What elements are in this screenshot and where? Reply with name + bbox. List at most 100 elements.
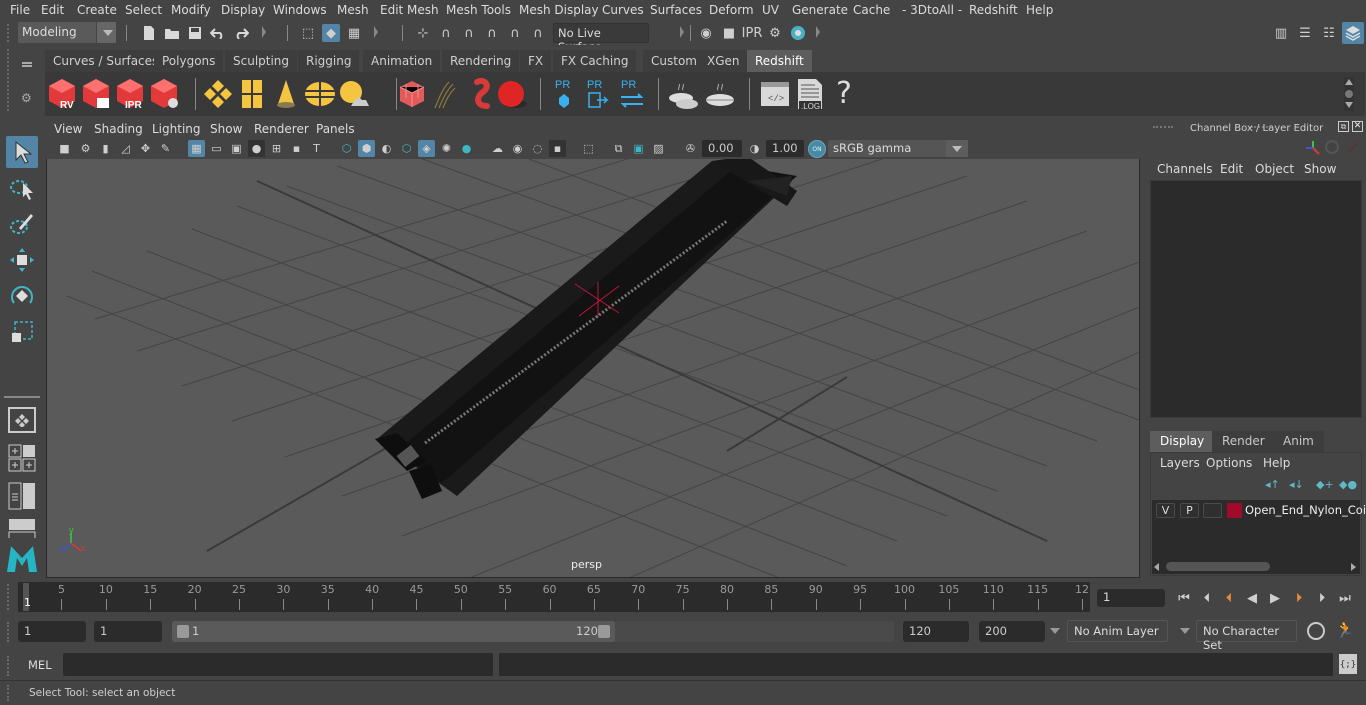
isolate-select-icon[interactable]: ⬚	[580, 140, 597, 157]
move-layer-down-icon[interactable]: ◂↓	[1289, 478, 1305, 491]
persp-graph-layout-icon[interactable]	[8, 518, 36, 538]
rs-material-ball-icon[interactable]	[495, 76, 529, 112]
modeling-toolkit-icon[interactable]: ▥	[1272, 24, 1290, 42]
screen-space-ao-icon[interactable]: ☁	[489, 140, 506, 157]
shelf-tab-fx[interactable]: FX	[520, 50, 553, 72]
viewport-scene[interactable]	[47, 121, 1139, 577]
shadows-icon[interactable]: ●	[458, 140, 475, 157]
menu-uv[interactable]: UV	[762, 3, 779, 17]
tool-settings-icon[interactable]: ☷	[1320, 24, 1338, 42]
select-camera-icon[interactable]: ■	[56, 140, 73, 157]
character-set-selector[interactable]: No Character Set	[1196, 620, 1297, 652]
menu-create[interactable]: Create	[77, 3, 117, 17]
rs-proxy-icon[interactable]	[395, 76, 429, 112]
resolution-gate-icon[interactable]: ▣	[228, 140, 245, 157]
play-backwards-icon[interactable]: ◀	[1243, 589, 1261, 607]
wireframe-icon[interactable]: ⬡	[338, 140, 355, 157]
help-icon[interactable]: ?	[827, 76, 861, 112]
snap-to-curve-icon[interactable]: ∩	[437, 24, 455, 42]
cb-menu-show[interactable]: Show	[1304, 162, 1336, 176]
gamma-field[interactable]: 1.00	[766, 140, 804, 157]
collapse-arrow-icon[interactable]	[262, 26, 266, 38]
rs-sun-sky-icon[interactable]	[337, 76, 371, 112]
vp-menu-show[interactable]: Show	[210, 122, 242, 136]
play-forwards-icon[interactable]: ▶	[1266, 589, 1284, 607]
script-editor-icon[interactable]: {;}	[1339, 654, 1357, 674]
menu-mesh-tools[interactable]: Mesh Tools	[446, 3, 511, 17]
shelf-grip[interactable]	[7, 49, 10, 111]
wireframe-on-shaded-icon[interactable]: ◐	[378, 140, 395, 157]
layer-tab-display[interactable]: Display	[1150, 431, 1215, 452]
menu-edit-mesh[interactable]: Edit Mesh	[380, 3, 439, 17]
ipr-render-icon[interactable]: IPR	[742, 24, 763, 42]
character-set-dropdown-icon[interactable]	[1180, 628, 1190, 634]
move-layer-up-icon[interactable]: ◂↑	[1265, 478, 1281, 491]
rs-hair-icon[interactable]	[427, 76, 461, 112]
speed-icon[interactable]	[1325, 140, 1339, 154]
motion-blur-icon[interactable]: ◉	[509, 140, 526, 157]
open-render-view-icon[interactable]: ◉	[697, 24, 715, 42]
hypershade-icon[interactable]	[789, 24, 807, 42]
vp-menu-lighting[interactable]: Lighting	[152, 122, 201, 136]
gamma-icon[interactable]: ◑	[746, 140, 763, 157]
new-empty-layer-icon[interactable]: ◆+	[1316, 478, 1334, 491]
menu-redshift[interactable]: Redshift	[969, 3, 1018, 17]
rs-volume-icon[interactable]	[463, 76, 497, 112]
menu-edit[interactable]: Edit	[41, 3, 64, 17]
attribute-editor-icon[interactable]: ☰	[1296, 24, 1314, 42]
rs-proxy-convert-icon[interactable]: PR	[615, 76, 649, 112]
exposure-icon[interactable]: ✇	[682, 140, 699, 157]
live-surface-field[interactable]: No Live Surface	[553, 23, 649, 54]
close-panel-icon[interactable]: ✕	[1352, 121, 1363, 132]
float-panel-icon[interactable]: ⧉	[1338, 121, 1349, 132]
use-all-lights-icon[interactable]: ✺	[438, 140, 455, 157]
depth-of-field-icon[interactable]: ▪	[549, 140, 566, 157]
playback-end-field[interactable]: 120	[903, 621, 969, 642]
rs-script-editor-icon[interactable]: </>	[758, 76, 792, 112]
command-language-label[interactable]: MEL	[28, 658, 52, 672]
vp-menu-panels[interactable]: Panels	[316, 122, 355, 136]
scroll-up-icon[interactable]	[1345, 79, 1353, 85]
snap-to-grid-icon[interactable]: ⊹	[414, 24, 432, 42]
image-plane-toggle-icon[interactable]: ▨	[650, 140, 667, 157]
shelf-settings-icon[interactable]: ⚙	[21, 92, 33, 104]
scroll-thumb[interactable]	[1166, 562, 1270, 571]
grease-pencil-icon[interactable]: ✎	[157, 140, 174, 157]
snap-to-point-icon[interactable]: ∩	[460, 24, 478, 42]
channel-box-body[interactable]	[1150, 180, 1362, 418]
menu-cache[interactable]: Cache	[853, 3, 890, 17]
safe-action-icon[interactable]: ▪	[288, 140, 305, 157]
range-end-handle[interactable]	[598, 625, 610, 638]
menu-file[interactable]: File	[10, 3, 30, 17]
move-tool-icon[interactable]	[6, 244, 38, 276]
step-back-frame-icon[interactable]: ⏴	[1198, 589, 1216, 607]
layer-horizontal-scrollbar[interactable]	[1152, 560, 1360, 573]
current-frame-field[interactable]: 1	[1097, 589, 1165, 607]
paint-select-tool-icon[interactable]	[6, 208, 38, 240]
shelf-tab-animation[interactable]: Animation	[363, 50, 442, 72]
menu-mesh-display[interactable]: Mesh Display	[519, 3, 599, 17]
go-to-end-icon[interactable]: ⏭	[1336, 589, 1354, 607]
layer-menu-layers[interactable]: Layers	[1160, 456, 1200, 470]
layer-color-swatch[interactable]	[1227, 503, 1242, 518]
shelf-tab-xgen[interactable]: XGen	[699, 50, 749, 72]
help-line-grip[interactable]	[7, 685, 10, 701]
range-slider-grip[interactable]	[7, 622, 10, 642]
snap-to-surface-icon[interactable]: ∩	[529, 24, 547, 42]
rs-bake-icon[interactable]	[703, 76, 737, 112]
layer-display-type-toggle[interactable]	[1203, 503, 1222, 518]
menu-generate[interactable]: Generate	[792, 3, 848, 17]
outliner-persp-layout-icon[interactable]	[8, 482, 36, 510]
shelf-tab-fx-caching[interactable]: FX Caching	[553, 50, 638, 72]
command-input[interactable]	[63, 653, 493, 676]
make-live-icon[interactable]: ∩	[506, 24, 524, 42]
step-back-key-icon[interactable]: ⏴	[1220, 589, 1238, 607]
shelf-scrollbar[interactable]	[1344, 77, 1354, 111]
menu-deform[interactable]: Deform	[709, 3, 754, 17]
rs-ipr-icon[interactable]: IPR	[113, 76, 147, 112]
layer-menu-help[interactable]: Help	[1263, 456, 1290, 470]
cb-menu-edit[interactable]: Edit	[1220, 162, 1243, 176]
shelf-tab-redshift[interactable]: Redshift	[747, 50, 813, 72]
field-chart-icon[interactable]: ⊞	[268, 140, 285, 157]
menu-display[interactable]: Display	[221, 3, 265, 17]
